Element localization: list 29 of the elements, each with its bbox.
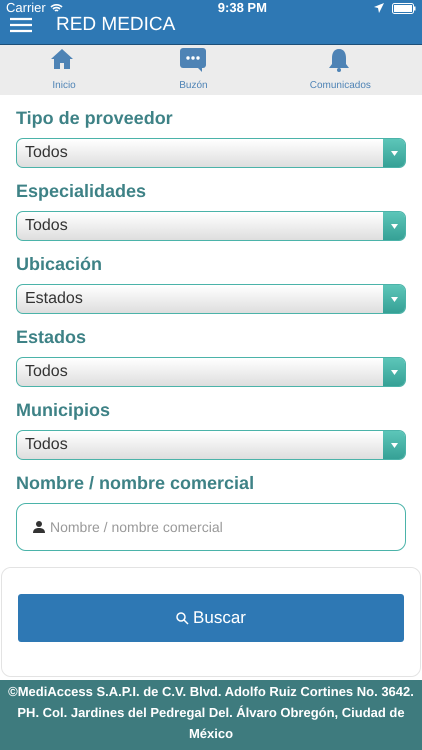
field-label: Nombre / nombre comercial	[16, 472, 256, 495]
dropdown[interactable]: Todos	[16, 138, 406, 168]
caret-icon	[390, 224, 398, 228]
field-label: Estados	[16, 326, 88, 349]
field-label: Ubicación	[16, 253, 104, 276]
carrier-text: Carrier	[6, 1, 46, 15]
battery-icon	[392, 2, 416, 14]
dropdown[interactable]: Todos	[16, 357, 406, 387]
dropdown[interactable]: Todos	[16, 211, 406, 241]
caret-icon	[390, 370, 398, 374]
caret-icon	[390, 150, 398, 156]
menu-icon[interactable]	[10, 17, 32, 33]
location-icon	[374, 3, 384, 13]
footer-text: ©MediAccess S.A.P.I. de C.V. Blvd. Adolfo Ruiz Cortines No. 3642. PH. Col. Jardines del Pedregal Del. Álvaro Obregón, Ciudad de México	[0, 680, 422, 750]
field-label: Tipo de proveedor	[16, 107, 174, 130]
wifi-icon	[50, 3, 63, 13]
person-icon	[33, 521, 45, 533]
chat-icon	[180, 48, 206, 74]
field-label: Especialidades	[16, 180, 148, 203]
field-label: Municipios	[16, 399, 111, 422]
search-button[interactable]: Buscar	[18, 594, 404, 642]
app-title: RED MEDICA	[56, 14, 176, 36]
name-field[interactable]: Nombre / nombre comercial	[16, 503, 406, 551]
dropdown[interactable]: Todos	[16, 430, 406, 460]
caret-icon	[390, 296, 398, 302]
time-text: 9:38 PM	[216, 1, 267, 15]
caret-icon	[390, 442, 398, 448]
dropdown[interactable]: Estados	[16, 284, 406, 314]
search-icon	[176, 612, 190, 624]
